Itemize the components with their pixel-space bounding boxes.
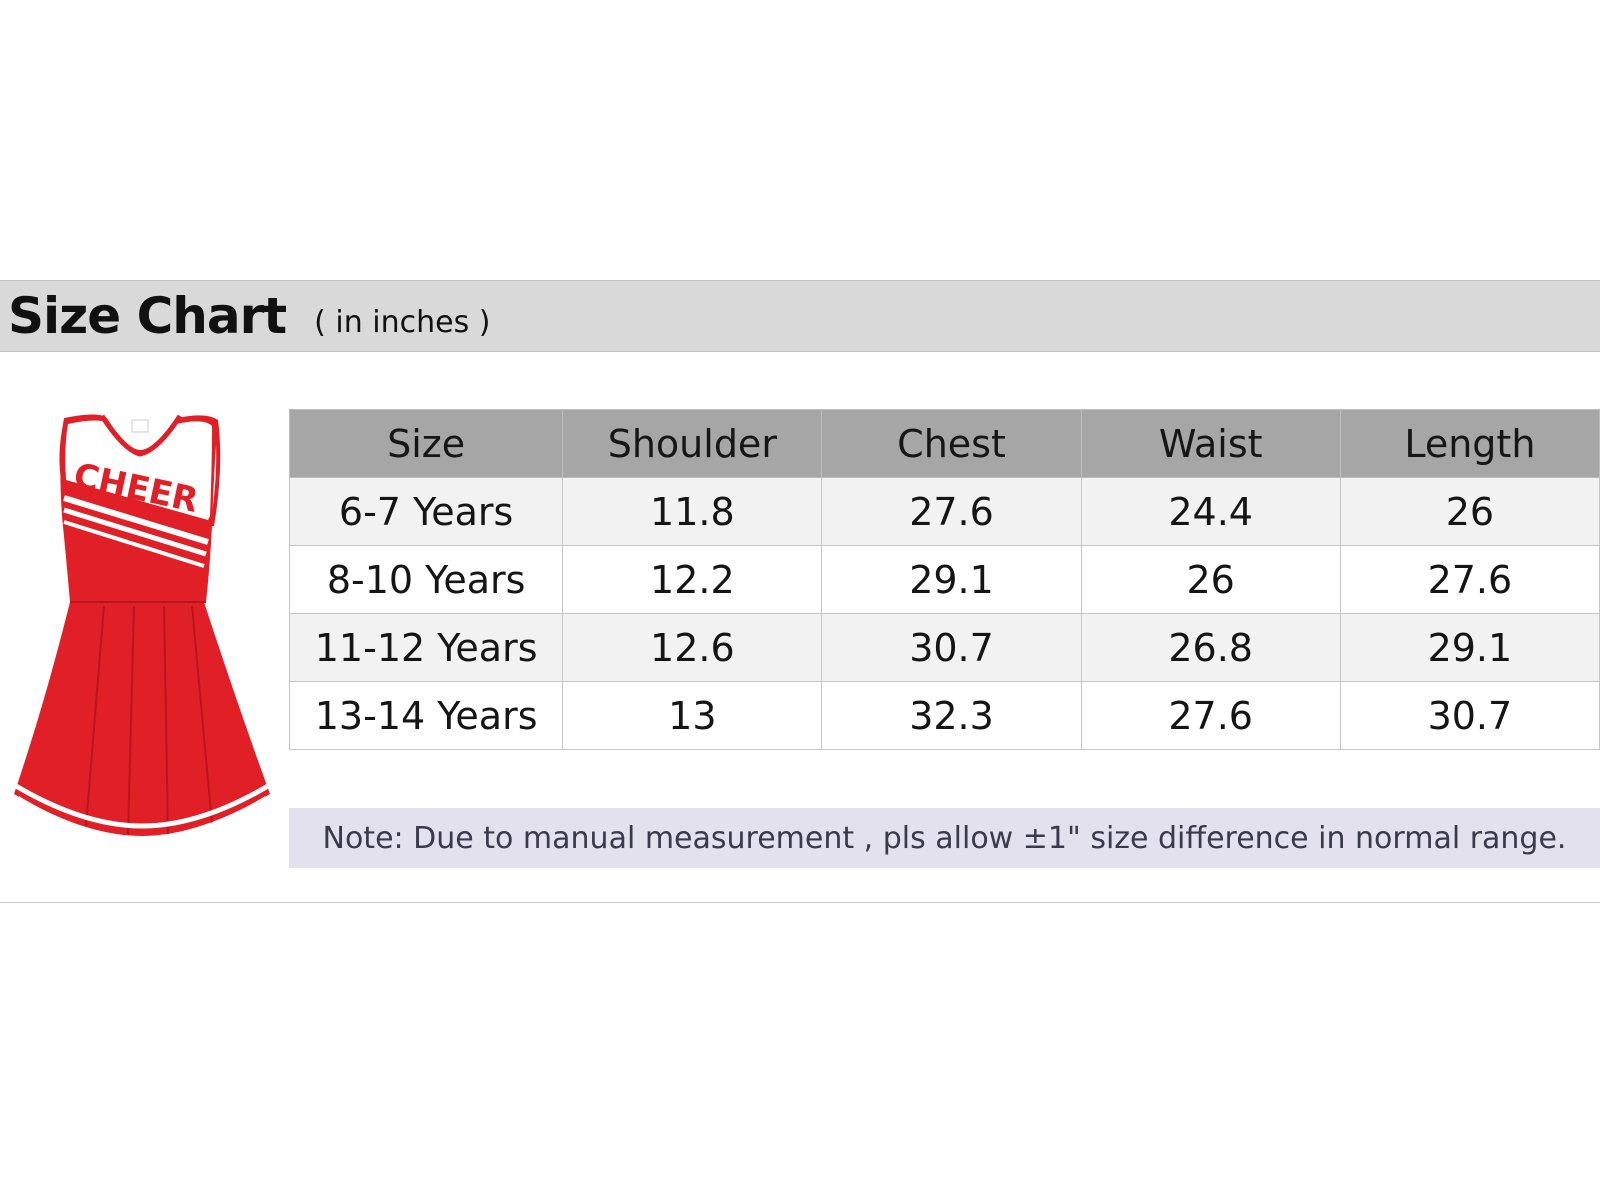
- cheerleader-dress-icon: CHEER: [14, 414, 270, 841]
- cell-shoulder: 12.6: [562, 613, 823, 682]
- cell-shoulder: 11.8: [562, 477, 823, 546]
- cell-waist: 24.4: [1080, 477, 1341, 546]
- cell-length: 27.6: [1339, 545, 1600, 614]
- table-row: 13-14 Years 13 32.3 27.6 30.7: [288, 681, 1600, 750]
- cell-waist: 26.8: [1080, 613, 1341, 682]
- cell-chest: 27.6: [821, 477, 1082, 546]
- table-header-row: Size Shoulder Chest Waist Length: [288, 409, 1600, 478]
- unit-note: ( in inches ): [314, 304, 491, 340]
- table-row: 8-10 Years 12.2 29.1 26 27.6: [288, 545, 1600, 614]
- cell-size: 13-14 Years: [288, 681, 564, 750]
- column-header-size: Size: [288, 409, 564, 478]
- cell-chest: 32.3: [821, 681, 1082, 750]
- cell-chest: 29.1: [821, 545, 1082, 614]
- table-row: 6-7 Years 11.8 27.6 24.4 26: [288, 477, 1600, 546]
- column-header-length: Length: [1339, 409, 1600, 478]
- cell-size: 6-7 Years: [288, 477, 564, 546]
- measurement-note: Note: Due to manual measurement , pls al…: [289, 808, 1600, 868]
- column-header-shoulder: Shoulder: [562, 409, 823, 478]
- cell-size: 8-10 Years: [288, 545, 564, 614]
- cell-waist: 27.6: [1080, 681, 1341, 750]
- title-band: Size Chart ( in inches ): [0, 280, 1600, 352]
- column-header-waist: Waist: [1080, 409, 1341, 478]
- cell-length: 26: [1339, 477, 1600, 546]
- column-header-chest: Chest: [821, 409, 1082, 478]
- cell-shoulder: 13: [562, 681, 823, 750]
- cell-size: 11-12 Years: [288, 613, 564, 682]
- cell-length: 29.1: [1339, 613, 1600, 682]
- size-chart-table: Size Shoulder Chest Waist Length 6-7 Yea…: [288, 409, 1600, 750]
- cell-chest: 30.7: [821, 613, 1082, 682]
- cell-shoulder: 12.2: [562, 545, 823, 614]
- cell-waist: 26: [1080, 545, 1341, 614]
- table-row: 11-12 Years 12.6 30.7 26.8 29.1: [288, 613, 1600, 682]
- bottom-divider: [0, 902, 1600, 903]
- cell-length: 30.7: [1339, 681, 1600, 750]
- page-title: Size Chart: [8, 287, 287, 345]
